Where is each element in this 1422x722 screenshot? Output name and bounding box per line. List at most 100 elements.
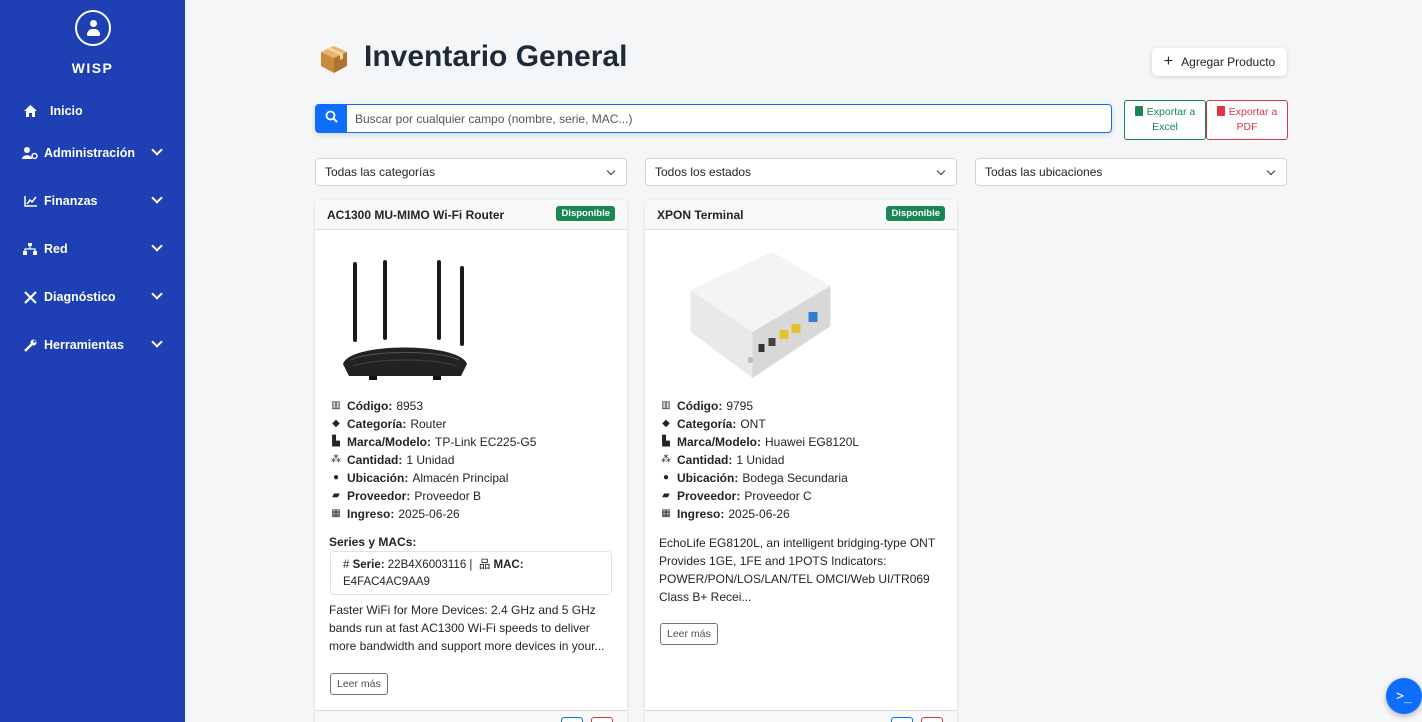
- users-cog-icon: [22, 147, 38, 159]
- chevron-down-icon: [151, 288, 163, 300]
- truck-icon: ▰: [332, 490, 340, 501]
- product-description: EchoLife EG8120L, an intelligent bridgin…: [659, 536, 935, 604]
- location-value: Bodega Secundaria: [742, 471, 848, 485]
- brand-model-label: Marca/Modelo:: [347, 435, 432, 449]
- brand-model-value: Huawei EG8120L: [765, 435, 860, 449]
- chevron-down-icon: [936, 166, 946, 176]
- location-label: Ubicación:: [677, 471, 739, 485]
- category-value: Router: [410, 417, 447, 431]
- chart-line-icon: [22, 195, 38, 207]
- category-filter-value: Todas las categorías: [325, 165, 436, 179]
- quantity-row: ⁂ Cantidad: 1 Unidad: [329, 451, 536, 469]
- add-product-label: Agregar Producto: [1181, 55, 1276, 69]
- search-button[interactable]: [315, 104, 347, 133]
- supplier-row: ▰ Proveedor: Proveedor C: [659, 487, 859, 505]
- brand-model-value: TP-Link EC225-G5: [435, 435, 537, 449]
- cubes-icon: ⁂: [661, 454, 671, 465]
- supplier-label: Proveedor:: [347, 489, 411, 503]
- code-row: ▥ Código: 8953: [329, 397, 536, 415]
- category-label: Categoría:: [347, 417, 407, 431]
- status-filter-select[interactable]: Todos los estados: [645, 158, 957, 186]
- product-card: AC1300 MU-MIMO Wi-Fi Router Disponible ▥…: [315, 200, 627, 722]
- barcode-icon: ▥: [661, 400, 671, 411]
- delete-button[interactable]: [591, 717, 613, 722]
- mac-value: E4FAC4AC9AA9: [343, 576, 430, 588]
- file-excel-icon: [1134, 106, 1143, 116]
- map-marker-icon: ●: [332, 472, 340, 483]
- chevron-down-icon: [606, 166, 616, 176]
- code-label: Código:: [347, 399, 393, 413]
- barcode-icon: ▥: [331, 400, 341, 411]
- mac-label: MAC:: [493, 559, 524, 571]
- category-row: ◆ Categoría: Router: [329, 415, 536, 433]
- tag-icon: ◆: [662, 418, 670, 429]
- export-pdf-label: Exportar a PDF: [1228, 106, 1278, 133]
- product-description: Faster WiFi for More Devices: 2.4 GHz an…: [329, 603, 605, 653]
- brand-model-row: ▙ Marca/Modelo: Huawei EG8120L: [659, 433, 859, 451]
- product-name: XPON Terminal: [657, 208, 744, 222]
- edit-button[interactable]: [891, 717, 913, 722]
- sidebar-item-red[interactable]: Red: [0, 235, 185, 263]
- export-excel-label: Exportar a Excel: [1146, 106, 1196, 133]
- location-row: ● Ubicación: Bodega Secundaria: [659, 469, 859, 487]
- sidebar-item-label: Herramientas: [44, 338, 124, 352]
- delete-button[interactable]: [921, 717, 943, 722]
- terminal-button[interactable]: >_: [1386, 678, 1422, 714]
- product-name: AC1300 MU-MIMO Wi-Fi Router: [327, 208, 505, 222]
- brand-model-label: Marca/Modelo:: [677, 435, 762, 449]
- wrench-icon: [22, 339, 38, 352]
- ont-image: [690, 252, 831, 378]
- entry-label: Ingreso:: [347, 507, 395, 521]
- search-bar: [315, 104, 1112, 133]
- truck-icon: ▰: [662, 490, 670, 501]
- chevron-down-icon: [151, 240, 163, 252]
- status-badge: Disponible: [886, 206, 945, 221]
- package-icon: [319, 44, 349, 74]
- entry-row: ▦ Ingreso: 2025-06-26: [659, 505, 859, 523]
- sidebar-item-label: Administración: [44, 146, 135, 160]
- chevron-down-icon: [1266, 166, 1276, 176]
- quantity-label: Cantidad:: [347, 453, 403, 467]
- edit-button[interactable]: [561, 717, 583, 722]
- sidebar-item-label: Diagnóstico: [44, 290, 116, 304]
- product-card: XPON Terminal Disponible ▥ Código: 9795 ◆ C…: [645, 200, 957, 722]
- calendar-icon: ▦: [331, 508, 341, 519]
- sidebar-item-inicio[interactable]: Inicio: [0, 97, 185, 125]
- quantity-value: 1 Unidad: [406, 453, 455, 467]
- quantity-label: Cantidad:: [677, 453, 733, 467]
- sidebar: WISP Inicio Administración Finanzas Red …: [0, 0, 185, 722]
- sidebar-item-diagnostico[interactable]: Diagnóstico: [0, 283, 185, 311]
- product-info: ▥ Código: 8953 ◆ Categoría: Router ▙ Marca/Mo…: [329, 397, 536, 523]
- supplier-label: Proveedor:: [677, 489, 741, 503]
- user-avatar-icon[interactable]: [74, 10, 111, 46]
- read-more-button[interactable]: Leer más: [330, 673, 388, 695]
- add-product-button[interactable]: + Agregar Producto: [1152, 48, 1287, 76]
- category-filter-select[interactable]: Todas las categorías: [315, 158, 627, 186]
- product-info: ▥ Código: 9795 ◆ Categoría: ONT ▙ Marca/Model…: [659, 397, 859, 523]
- entry-value: 2025-06-26: [728, 507, 790, 521]
- tools-icon: [22, 290, 38, 304]
- quantity-value: 1 Unidad: [736, 453, 785, 467]
- location-value: Almacén Principal: [412, 471, 509, 485]
- supplier-value: Proveedor B: [414, 489, 482, 503]
- sidebar-item-label: Red: [44, 242, 68, 256]
- sidebar-item-label: Inicio: [50, 104, 83, 118]
- search-icon: [325, 110, 338, 128]
- supplier-value: Proveedor C: [744, 489, 812, 503]
- network-icon: 品: [478, 559, 491, 571]
- read-more-button[interactable]: Leer más: [660, 623, 718, 645]
- export-pdf-button[interactable]: Exportar a PDF: [1206, 100, 1288, 140]
- calendar-icon: ▦: [661, 508, 671, 519]
- code-value: 9795: [726, 399, 754, 413]
- location-filter-select[interactable]: Todas las ubicaciones: [975, 158, 1287, 186]
- export-excel-button[interactable]: Exportar a Excel: [1124, 100, 1206, 140]
- brand-model-row: ▙ Marca/Modelo: TP-Link EC225-G5: [329, 433, 536, 451]
- sidebar-item-finanzas[interactable]: Finanzas: [0, 187, 185, 215]
- sidebar-item-administracion[interactable]: Administración: [0, 139, 185, 167]
- chevron-down-icon: [151, 336, 163, 348]
- sidebar-item-herramientas[interactable]: Herramientas: [0, 331, 185, 359]
- search-input[interactable]: [347, 104, 1112, 133]
- serie-label: Serie:: [352, 559, 385, 571]
- series-box: # Serie: 22B4X6003116 | 品 MAC: E4FAC4AC9…: [330, 551, 612, 595]
- code-value: 8953: [396, 399, 424, 413]
